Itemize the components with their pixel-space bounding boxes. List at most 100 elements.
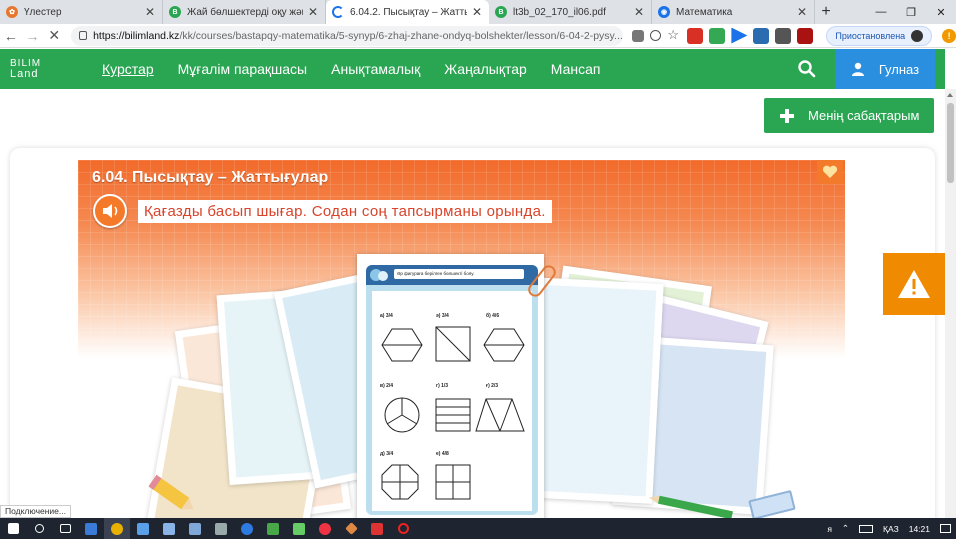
worksheet-header: Әр фигураға берілген бөлшекті бояу. bbox=[366, 265, 538, 285]
tab-title: Жай бөлшектерді оқу және ж bbox=[187, 6, 303, 18]
tab-title: Үлестер bbox=[24, 6, 62, 18]
app-tools-icon[interactable] bbox=[208, 518, 234, 539]
plus-icon bbox=[780, 108, 794, 123]
browser-tab[interactable]: B Жай бөлшектерді оқу және ж ✕ bbox=[163, 0, 326, 24]
green-pencil-icon bbox=[648, 495, 733, 520]
opera-icon[interactable] bbox=[390, 518, 416, 539]
extension-red-icon[interactable] bbox=[687, 27, 704, 44]
extension-icons: ☆ bbox=[629, 27, 816, 44]
tab-favicon-icon: B bbox=[495, 6, 507, 18]
extension-green-icon[interactable] bbox=[709, 27, 726, 44]
app-blue-icon[interactable] bbox=[78, 518, 104, 539]
scroll-up-arrow-icon[interactable] bbox=[947, 93, 953, 97]
page-scrollbar[interactable] bbox=[945, 89, 956, 518]
browser-tab[interactable]: B lt3b_02_170_il06.pdf ✕ bbox=[489, 0, 652, 24]
app-green-icon[interactable] bbox=[260, 518, 286, 539]
favorite-heart-button[interactable] bbox=[817, 160, 843, 184]
worksheet-preview[interactable]: Әр фигураға берілген бөлшекті бояу. а) 3… bbox=[357, 254, 544, 520]
app-red-icon[interactable] bbox=[364, 518, 390, 539]
fraction-shapes-diagram bbox=[381, 326, 525, 500]
windows-taskbar: ᴙ ⌃ ҚАЗ 14:21 bbox=[0, 518, 956, 539]
audio-speaker-button[interactable] bbox=[93, 194, 127, 228]
lesson-card: Әр фигураға берілген бөлшекті бояу. а) 3… bbox=[10, 148, 935, 528]
my-lessons-button[interactable]: Менің сабақтарым bbox=[764, 98, 934, 133]
tab-favicon-icon: ✿ bbox=[6, 6, 18, 18]
clock-time[interactable]: 14:21 bbox=[909, 524, 930, 534]
browser-menu-icon[interactable]: ! bbox=[942, 28, 956, 43]
lesson-title: 6.04. Пысықтау – Жаттығулар bbox=[92, 169, 329, 186]
new-tab-button[interactable]: + bbox=[815, 0, 837, 24]
translate-icon[interactable] bbox=[632, 29, 645, 42]
bookmark-star-icon[interactable]: ☆ bbox=[667, 27, 681, 44]
extension-home-icon[interactable] bbox=[753, 27, 770, 44]
worksheet-body: а) 3/4 ә) 3/4 б) 4/6 в) 2/4 г) 1/3 ғ) 2/… bbox=[372, 291, 532, 511]
close-tab-icon[interactable]: ✕ bbox=[144, 5, 156, 19]
chrome-alt-icon[interactable] bbox=[312, 518, 338, 539]
tab-title: lt3b_02_170_il06.pdf bbox=[513, 6, 606, 18]
app-gem-icon[interactable] bbox=[338, 518, 364, 539]
profile-paused-chip[interactable]: Приостановлена bbox=[826, 25, 933, 46]
speaker-icon bbox=[103, 204, 118, 218]
browser-tab[interactable]: ◉ Математика ✕ bbox=[652, 0, 815, 24]
close-tab-icon[interactable]: ✕ bbox=[796, 5, 808, 19]
my-lessons-label: Менің сабақтарым bbox=[808, 108, 920, 123]
warning-icon bbox=[898, 270, 930, 298]
extension-gray-icon[interactable] bbox=[775, 27, 792, 44]
extension-play-icon[interactable] bbox=[731, 27, 748, 44]
close-tab-icon[interactable]: ✕ bbox=[471, 5, 483, 19]
extension-dark-icon[interactable] bbox=[797, 27, 814, 44]
nav-career[interactable]: Мансап bbox=[551, 61, 601, 77]
site-header: BILIM Land Курстар Мұғалім парақшасы Аны… bbox=[0, 49, 945, 89]
worksheet-header-text: Әр фигураға берілген бөлшекті бояу. bbox=[394, 269, 524, 279]
lesson-instruction: Қағазды басып шығар. Содан соң тапсырман… bbox=[138, 200, 552, 223]
browser-tab[interactable]: ✿ Үлестер ✕ bbox=[0, 0, 163, 24]
search-icon[interactable] bbox=[798, 60, 816, 78]
restore-icon[interactable]: ❐ bbox=[896, 0, 926, 24]
nav-courses[interactable]: Курстар bbox=[102, 61, 154, 77]
browser-toolbar: ← → ✕ https://bilimland.kz/kk/courses/ba… bbox=[0, 24, 956, 48]
search-taskbar-icon[interactable] bbox=[26, 518, 52, 539]
address-bar[interactable]: https://bilimland.kz/kk/courses/bastapqy… bbox=[71, 25, 624, 46]
system-tray: ᴙ ⌃ ҚАЗ 14:21 bbox=[822, 518, 956, 539]
avatar bbox=[911, 29, 924, 42]
task-view-icon[interactable] bbox=[52, 518, 78, 539]
browser-tab-active[interactable]: 6.04.2. Пысықтау – Жаттығула ✕ bbox=[326, 0, 489, 24]
tab-title: 6.04.2. Пысықтау – Жаттығула bbox=[350, 6, 467, 18]
app-screen-icon[interactable] bbox=[156, 518, 182, 539]
tab-favicon-icon: B bbox=[169, 6, 181, 18]
tray-chevron-up-icon[interactable]: ⌃ bbox=[842, 523, 849, 534]
people-tray-icon[interactable]: ᴙ bbox=[827, 524, 832, 534]
zoom-icon[interactable] bbox=[650, 30, 662, 41]
report-error-button[interactable] bbox=[883, 253, 945, 315]
forward-arrow-icon[interactable]: → bbox=[22, 25, 44, 47]
nav-teacher-page[interactable]: Мұғалім парақшасы bbox=[178, 61, 308, 77]
edge-icon[interactable] bbox=[234, 518, 260, 539]
stop-loading-icon[interactable]: ✕ bbox=[43, 25, 65, 47]
tab-favicon-icon: ◉ bbox=[658, 6, 670, 18]
close-tab-icon[interactable]: ✕ bbox=[633, 5, 645, 19]
logo-line2: Land bbox=[10, 68, 39, 80]
back-arrow-icon[interactable]: ← bbox=[0, 25, 22, 47]
input-language[interactable]: ҚАЗ bbox=[883, 524, 899, 534]
heart-icon bbox=[822, 165, 838, 178]
minimize-icon[interactable]: — bbox=[866, 0, 896, 24]
app-pen-icon[interactable] bbox=[286, 518, 312, 539]
bilimland-logo[interactable]: BILIM Land bbox=[0, 58, 70, 80]
keyboard-icon[interactable] bbox=[859, 524, 874, 533]
worksheet-frame: Әр фигураға берілген бөлшекті бояу. а) 3… bbox=[366, 265, 538, 515]
scrollbar-thumb[interactable] bbox=[947, 103, 954, 183]
app-monitor-icon[interactable] bbox=[130, 518, 156, 539]
worksheet-badge-icon bbox=[370, 269, 388, 281]
app-people-icon[interactable] bbox=[182, 518, 208, 539]
tab-title: Математика bbox=[676, 6, 733, 18]
nav-reference[interactable]: Анықтамалық bbox=[331, 61, 420, 77]
notification-icon[interactable] bbox=[940, 524, 951, 533]
chrome-icon[interactable] bbox=[104, 518, 130, 539]
browser-tab-strip: ✿ Үлестер ✕ B Жай бөлшектерді оқу және ж… bbox=[0, 0, 956, 24]
user-icon bbox=[851, 62, 864, 76]
windows-start-icon[interactable] bbox=[0, 518, 26, 539]
close-tab-icon[interactable]: ✕ bbox=[307, 5, 319, 19]
user-menu-button[interactable]: Гулназ bbox=[835, 49, 935, 89]
close-window-icon[interactable]: ✕ bbox=[926, 0, 956, 24]
nav-news[interactable]: Жаңалықтар bbox=[444, 61, 527, 77]
